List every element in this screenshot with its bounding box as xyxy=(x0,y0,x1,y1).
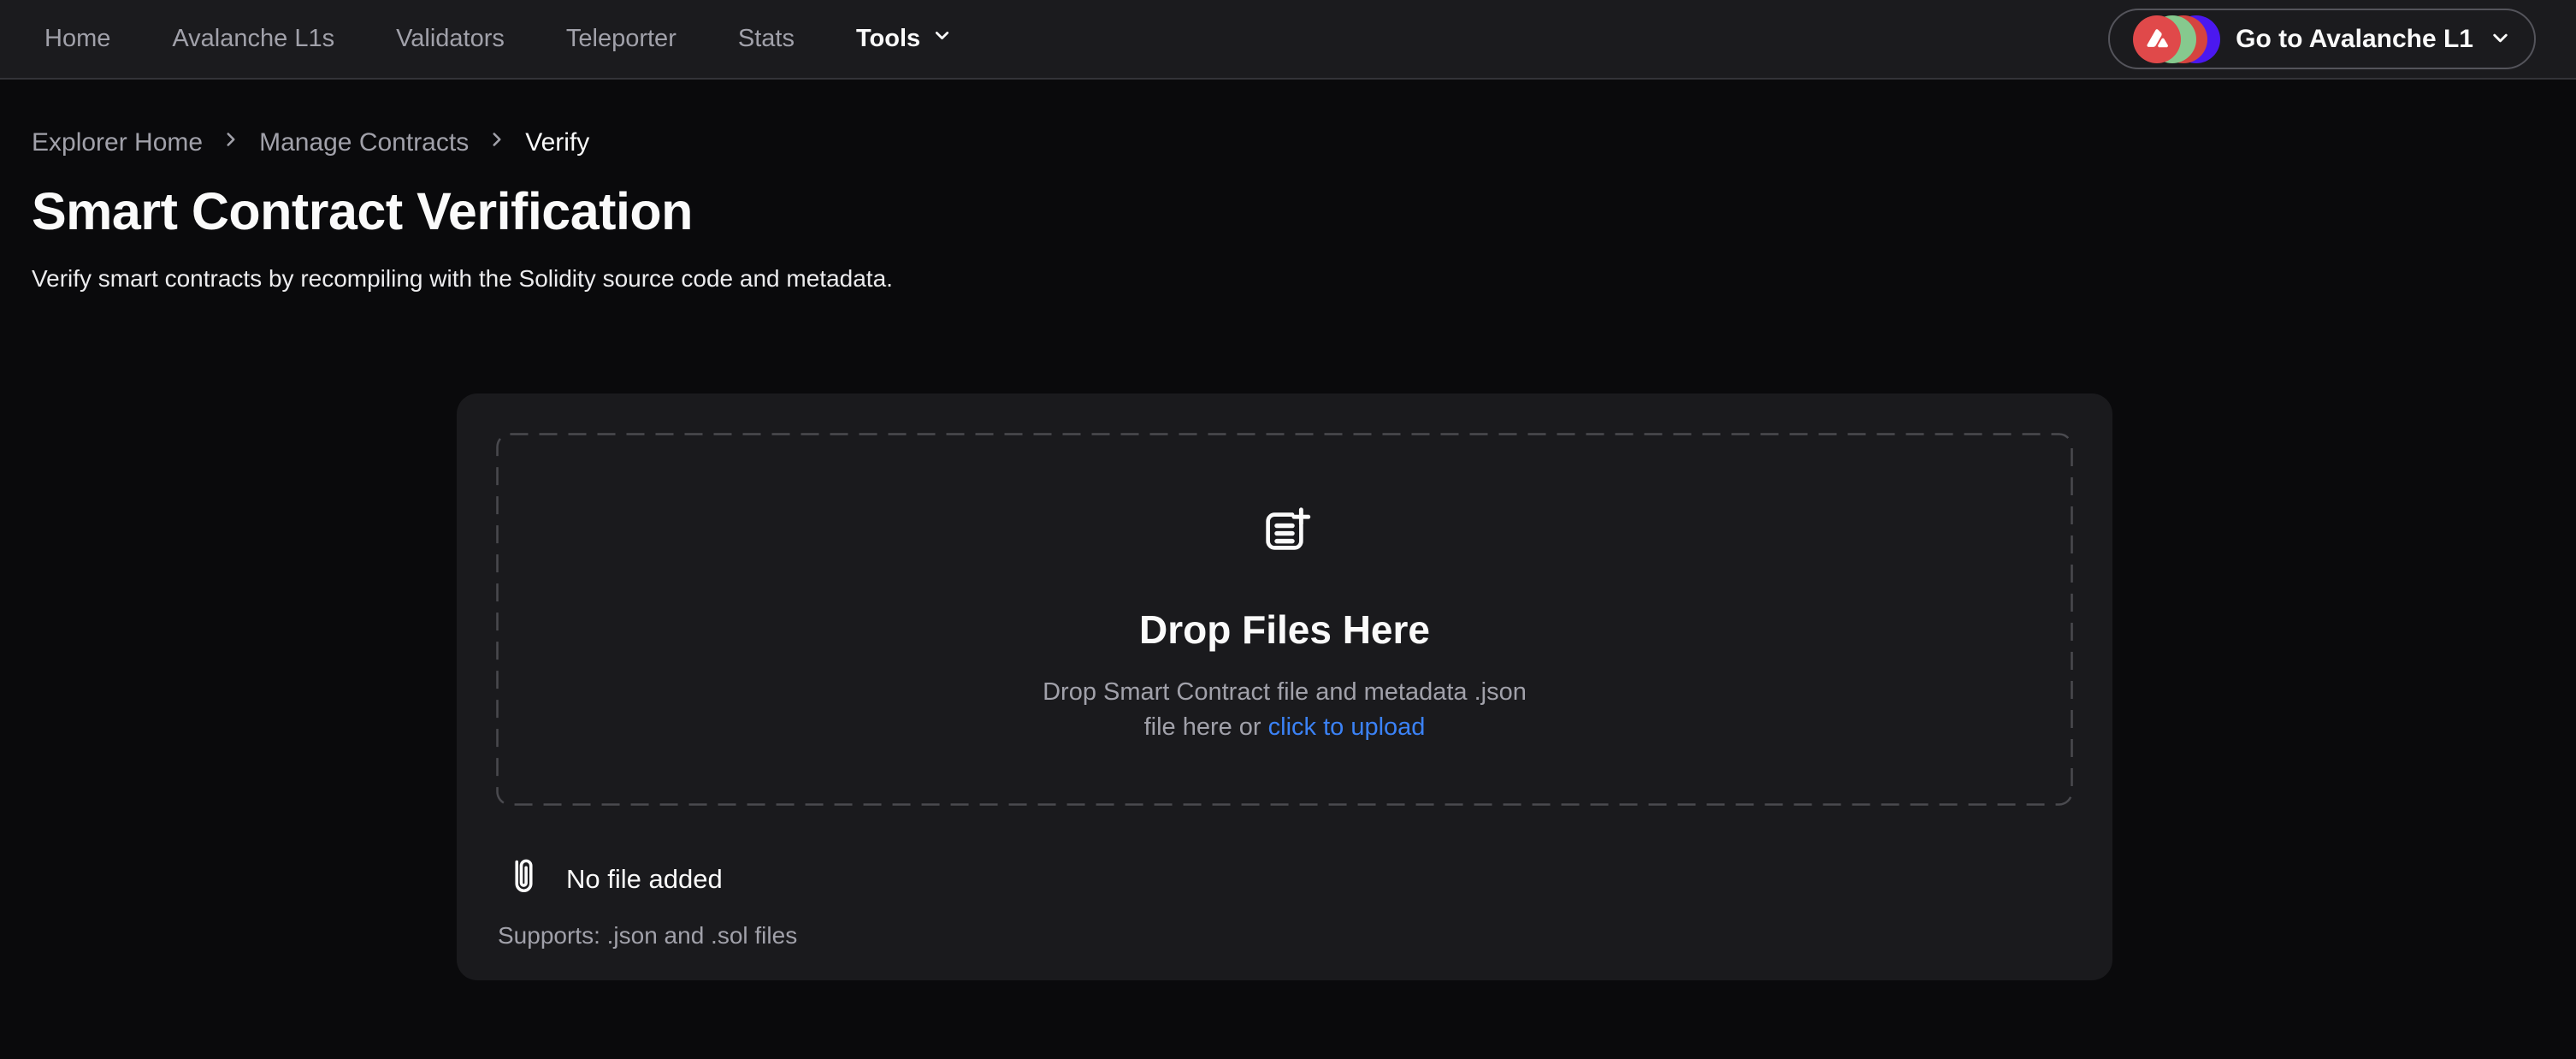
nav-links: Home Avalanche L1s Validators Teleporter… xyxy=(44,25,2108,53)
page-title: Smart Contract Verification xyxy=(32,181,2535,241)
dropzone-description: Drop Smart Contract file and metadata .j… xyxy=(1043,675,1527,745)
file-dropzone[interactable]: Drop Files Here Drop Smart Contract file… xyxy=(496,433,2073,806)
nav-item-home[interactable]: Home xyxy=(44,25,110,53)
nav-item-avalanche-l1s[interactable]: Avalanche L1s xyxy=(172,25,334,53)
chain-logo-stack xyxy=(2133,15,2220,63)
nav-item-tools[interactable]: Tools xyxy=(856,25,953,53)
nav-item-stats[interactable]: Stats xyxy=(738,25,795,53)
cta-label: Go to Avalanche L1 xyxy=(2236,25,2473,54)
supported-files-text: Supports: .json and .sol files xyxy=(498,922,2073,950)
top-navbar: Home Avalanche L1s Validators Teleporter… xyxy=(0,0,2576,80)
upload-card: Drop Files Here Drop Smart Contract file… xyxy=(457,393,2112,980)
document-plus-icon xyxy=(1258,505,1311,562)
breadcrumb-manage-contracts[interactable]: Manage Contracts xyxy=(259,128,469,157)
click-to-upload-link[interactable]: click to upload xyxy=(1268,713,1426,741)
avalanche-logo-icon xyxy=(2133,15,2181,63)
nav-item-tools-label: Tools xyxy=(856,25,920,53)
cta-chevron-down-icon xyxy=(2489,27,2512,52)
chevron-down-icon xyxy=(931,25,953,53)
breadcrumb-chevron-icon xyxy=(220,128,242,157)
dropzone-description-line1: Drop Smart Contract file and metadata .j… xyxy=(1043,678,1527,706)
file-status-text: No file added xyxy=(566,864,723,895)
file-status-row: No file added xyxy=(510,854,2073,905)
main-content: Explorer Home Manage Contracts Verify Sm… xyxy=(0,80,2576,980)
page-subtitle: Verify smart contracts by recompiling wi… xyxy=(32,265,2535,293)
nav-item-teleporter[interactable]: Teleporter xyxy=(566,25,676,53)
go-to-avalanche-l1-button[interactable]: Go to Avalanche L1 xyxy=(2108,9,2536,69)
breadcrumb-explorer-home[interactable]: Explorer Home xyxy=(32,128,203,157)
nav-item-validators[interactable]: Validators xyxy=(396,25,505,53)
breadcrumb-verify: Verify xyxy=(525,128,589,157)
dropzone-heading: Drop Files Here xyxy=(1139,606,1430,653)
breadcrumb: Explorer Home Manage Contracts Verify xyxy=(32,128,2535,157)
dropzone-description-line2: file here or xyxy=(1144,713,1261,741)
breadcrumb-chevron-icon xyxy=(486,128,508,157)
paperclip-icon xyxy=(510,854,538,905)
